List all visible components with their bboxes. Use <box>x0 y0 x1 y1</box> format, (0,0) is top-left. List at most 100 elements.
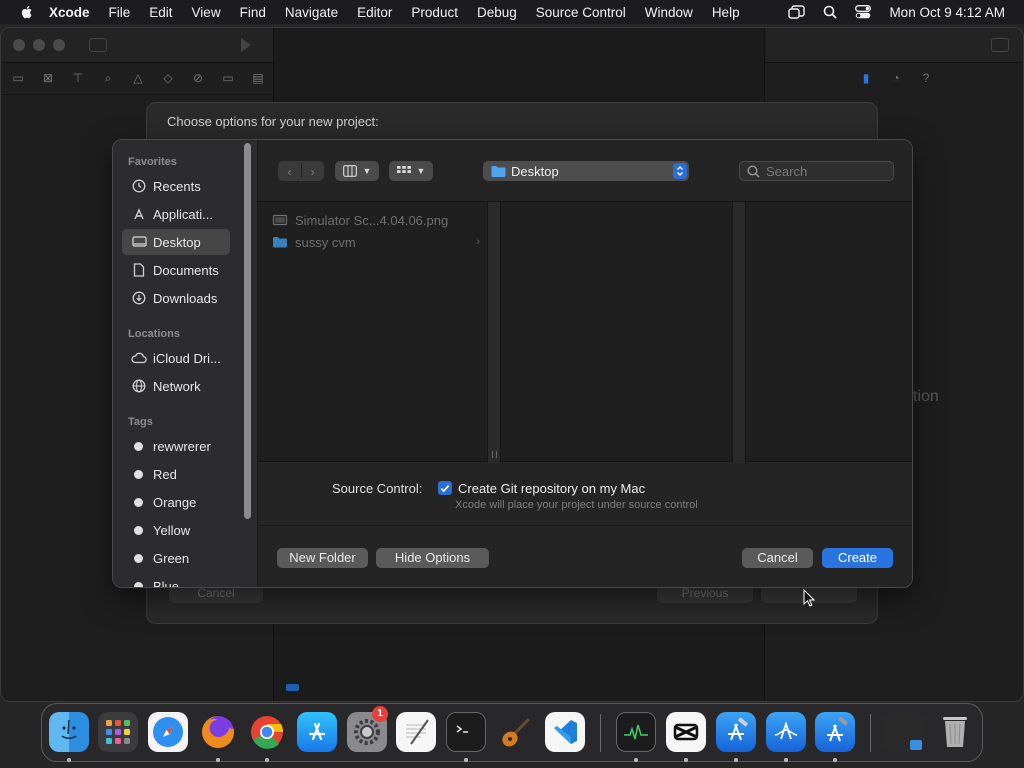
browser-column-1: Simulator Sc...4.04.06.png sussy cvm › <box>258 202 488 463</box>
cancel-button[interactable]: Cancel <box>742 548 813 568</box>
sidebar-tag-yellow[interactable]: Yellow <box>122 517 230 543</box>
dock-instruments[interactable] <box>496 712 536 752</box>
dock-launchpad[interactable] <box>98 712 138 752</box>
menu-help[interactable]: Help <box>712 5 740 20</box>
dock-xcode-build[interactable] <box>716 712 756 752</box>
dock-recent-window[interactable] <box>884 712 924 752</box>
dock-activity-monitor[interactable] <box>616 712 656 752</box>
dock-terminal[interactable] <box>446 712 486 752</box>
menu-app-name[interactable]: Xcode <box>49 5 90 20</box>
column-resize-handle[interactable] <box>487 202 501 463</box>
document-icon <box>131 262 147 278</box>
dock-chrome[interactable] <box>247 712 287 752</box>
git-repository-checkbox[interactable] <box>438 481 452 495</box>
test-icon[interactable]: ◇ <box>161 71 175 85</box>
menu-editor[interactable]: Editor <box>357 5 392 20</box>
terminal-icon <box>456 725 468 733</box>
menu-file[interactable]: File <box>109 5 131 20</box>
run-icon[interactable] <box>241 38 251 52</box>
location-popup[interactable]: Desktop <box>483 161 689 181</box>
git-repository-label[interactable]: Create Git repository on my Mac <box>458 481 645 496</box>
running-indicator <box>67 758 71 762</box>
menu-window[interactable]: Window <box>645 5 693 20</box>
find-icon[interactable]: ⌕ <box>101 71 115 85</box>
sidebar-tag-green[interactable]: Green <box>122 545 230 571</box>
help-inspector-icon[interactable]: ? <box>919 71 933 85</box>
menu-source-control[interactable]: Source Control <box>536 5 626 20</box>
dock-capcut[interactable] <box>666 712 706 752</box>
capcut-icon <box>673 723 699 741</box>
dock-vscode[interactable] <box>545 712 585 752</box>
spotlight-search-icon[interactable] <box>823 5 838 19</box>
breakpoint-icon[interactable]: ▭ <box>221 71 235 85</box>
tags-header: Tags <box>128 416 153 428</box>
warning-icon[interactable]: △ <box>131 71 145 85</box>
menu-product[interactable]: Product <box>411 5 458 20</box>
sidebar-item-network[interactable]: Network <box>122 373 230 399</box>
create-button[interactable]: Create <box>822 548 893 568</box>
forward-icon[interactable]: › <box>302 164 324 179</box>
activity-monitor-icon <box>624 724 648 740</box>
group-by-button[interactable]: ▼ <box>389 161 433 181</box>
menu-view[interactable]: View <box>192 5 221 20</box>
grid-view-icon <box>396 166 411 173</box>
hammer-app-icon <box>728 717 748 741</box>
view-mode-button[interactable]: ▼ <box>335 161 379 181</box>
file-inspector-icon[interactable]: ▮ <box>859 71 873 85</box>
tag-dot-icon <box>134 553 143 563</box>
control-center-icon[interactable] <box>855 5 872 19</box>
hide-options-button[interactable]: Hide Options <box>376 548 489 568</box>
sidebar-item-label: rewwrerer <box>153 438 211 454</box>
symbol-icon[interactable]: ⊤ <box>71 71 85 85</box>
dock-firefox[interactable] <box>198 712 238 752</box>
sidebar-item-label: Yellow <box>153 522 191 538</box>
sidebar-item-downloads[interactable]: Downloads <box>122 285 230 311</box>
search-field[interactable]: Search <box>739 161 894 181</box>
debug-icon[interactable]: ⊘ <box>191 71 205 85</box>
zoom-window-button[interactable] <box>53 39 65 51</box>
finder-icon <box>61 719 77 740</box>
sidebar-tag-orange[interactable]: Orange <box>122 489 230 515</box>
dock-system-settings[interactable]: 1 <box>347 706 388 752</box>
sidebar-toggle-icon[interactable] <box>89 38 107 52</box>
menu-edit[interactable]: Edit <box>149 5 172 20</box>
folder-icon[interactable]: ▭ <box>11 71 25 85</box>
dock-trash[interactable] <box>935 712 975 752</box>
stage-manager-icon[interactable] <box>788 5 806 19</box>
vscode-icon <box>554 720 577 744</box>
sidebar-item-recents[interactable]: Recents <box>122 173 230 199</box>
history-inspector-icon[interactable]: ◔ <box>889 71 903 85</box>
dock-textedit[interactable] <box>396 712 436 752</box>
sidebar-item-applications[interactable]: Applicati... <box>122 201 230 227</box>
dock-simulator[interactable] <box>766 712 806 752</box>
sidebar-item-desktop[interactable]: Desktop <box>122 229 230 255</box>
back-forward-control: ‹ › <box>278 161 324 181</box>
dock-finder[interactable] <box>49 712 89 752</box>
menu-clock[interactable]: Mon Oct 9 4:12 AM <box>889 5 1005 20</box>
dock-xcode[interactable] <box>815 712 855 752</box>
back-icon[interactable]: ‹ <box>279 164 301 179</box>
applications-icon <box>131 206 147 222</box>
sidebar-tag-blue[interactable]: Blue <box>122 573 230 587</box>
report-icon[interactable]: ▤ <box>251 71 265 85</box>
file-row-simulator-screenshot[interactable]: Simulator Sc...4.04.06.png <box>272 209 480 231</box>
sidebar-tag-red[interactable]: Red <box>122 461 230 487</box>
sidebar-tag-rewwrerer[interactable]: rewwrerer <box>122 433 230 459</box>
menu-find[interactable]: Find <box>240 5 266 20</box>
apple-icon[interactable] <box>19 4 35 20</box>
minimize-window-button[interactable] <box>33 39 45 51</box>
sidebar-item-icloud-drive[interactable]: iCloud Dri... <box>122 345 230 371</box>
dock-app-store[interactable] <box>297 712 337 752</box>
sidebar-scrollbar[interactable] <box>244 143 251 519</box>
menu-navigate[interactable]: Navigate <box>285 5 338 20</box>
file-row-sussy-cvm[interactable]: sussy cvm › <box>272 231 480 253</box>
column-resize-handle[interactable] <box>732 202 746 463</box>
new-folder-button[interactable]: New Folder <box>277 548 368 568</box>
menu-debug[interactable]: Debug <box>477 5 517 20</box>
dock-safari[interactable] <box>148 712 188 752</box>
footer-divider <box>258 525 912 526</box>
close-window-button[interactable] <box>13 39 25 51</box>
sidebar-item-documents[interactable]: Documents <box>122 257 230 283</box>
source-control-icon[interactable]: ⊠ <box>41 71 55 85</box>
inspector-toggle-icon[interactable] <box>991 38 1009 52</box>
